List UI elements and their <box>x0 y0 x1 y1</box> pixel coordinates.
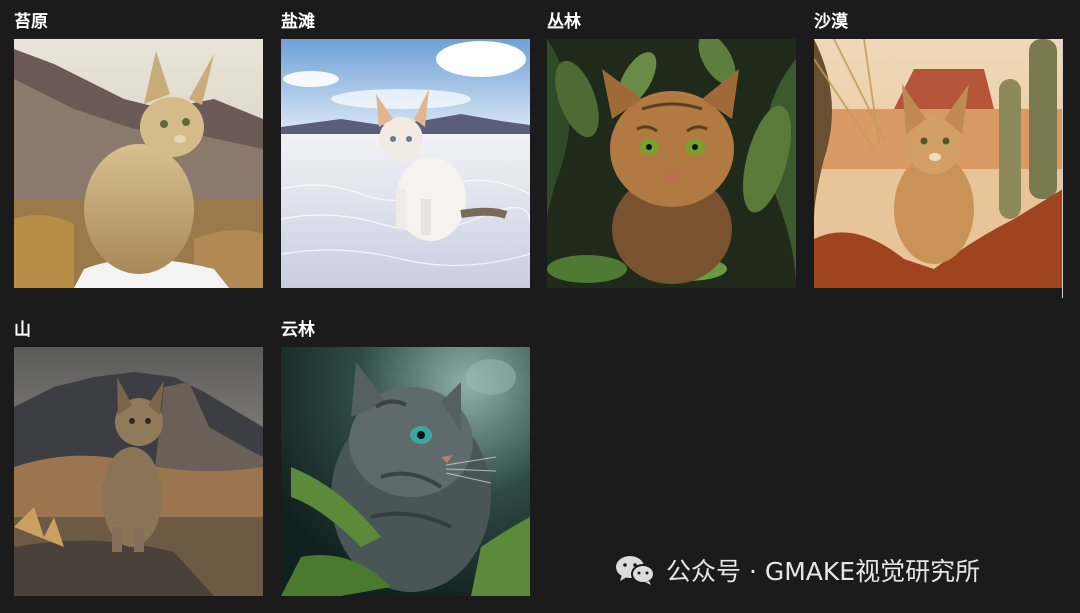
watermark: 公众号 · GMAKE视觉研究所 <box>614 550 980 590</box>
gallery-item-label: 山 <box>14 320 31 340</box>
tundra-cat-image <box>14 39 263 288</box>
jungle-cat-image <box>547 39 796 288</box>
mountain-cat-image <box>14 347 263 596</box>
desert-cat-image <box>814 39 1063 288</box>
frame-edge-line <box>1062 40 1063 298</box>
gallery-item-label: 云林 <box>281 320 315 340</box>
gallery-item-label: 沙漠 <box>814 12 848 32</box>
gallery-item-label: 苔原 <box>14 12 48 32</box>
gallery-item-label: 丛林 <box>547 12 581 32</box>
wechat-logo-icon <box>614 554 656 586</box>
gallery-item-label: 盐滩 <box>281 12 315 32</box>
cloud-forest-cat-image <box>281 347 530 596</box>
watermark-text: 公众号 · GMAKE视觉研究所 <box>666 557 981 586</box>
salt-flats-cat-image <box>281 39 530 288</box>
